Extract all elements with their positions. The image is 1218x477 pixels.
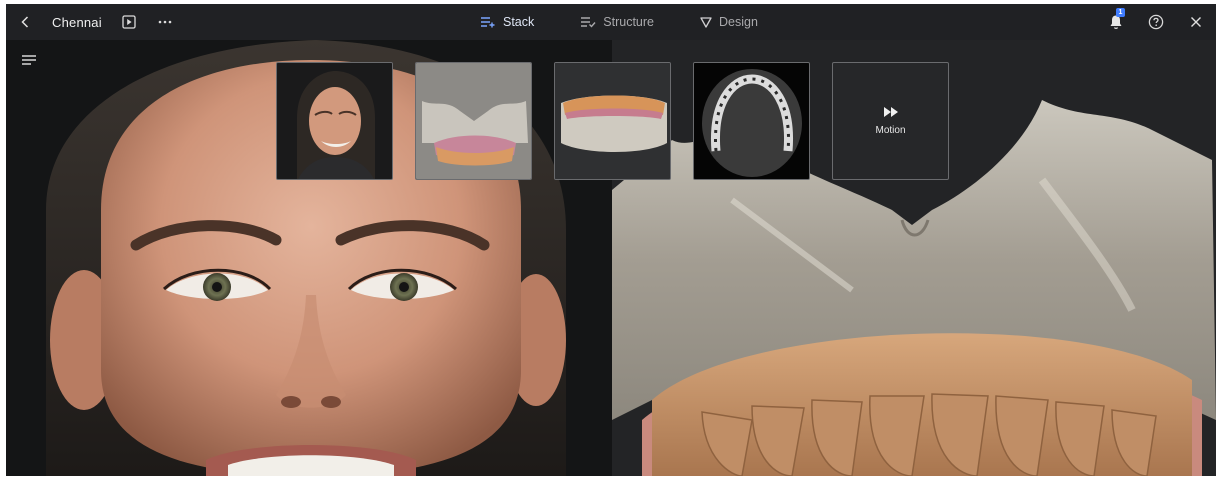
tab-design-label: Design [718, 15, 758, 29]
notification-badge: 1 [1116, 8, 1125, 17]
thumbnail-scan-side[interactable] [554, 62, 671, 180]
tab-structure[interactable]: Structure [580, 15, 654, 29]
thumbnail-scan-front[interactable] [415, 62, 532, 180]
play-button[interactable] [120, 13, 138, 31]
close-button[interactable] [1186, 12, 1206, 32]
workspace-viewport: Motion [6, 40, 1216, 476]
face-photo-thumbnail [277, 63, 392, 179]
layers-menu-button[interactable] [20, 52, 38, 68]
top-bar-right: 1 [1106, 4, 1206, 40]
fast-forward-icon [883, 106, 898, 117]
more-options-button[interactable] [156, 13, 174, 31]
thumbnail-face-photo[interactable] [276, 62, 393, 180]
ct-slice-thumbnail [694, 63, 809, 179]
help-button[interactable] [1146, 12, 1166, 32]
jaw-scan-side-thumbnail [555, 63, 670, 179]
thumbnail-ct-slice[interactable] [693, 62, 810, 180]
tab-structure-label: Structure [603, 15, 654, 29]
menu-lines-icon [22, 55, 36, 65]
tab-stack[interactable]: Stack [480, 15, 534, 29]
back-button[interactable] [16, 12, 34, 32]
play-box-icon [122, 15, 136, 29]
help-circle-icon [1148, 14, 1164, 30]
top-bar: Chennai Stack Structure Design 1 [6, 4, 1216, 40]
design-icon [700, 16, 712, 28]
structure-icon [581, 17, 596, 28]
top-bar-left: Chennai [16, 4, 174, 40]
motion-label: Motion [875, 124, 906, 136]
mode-tabs: Stack Structure Design [480, 4, 804, 40]
tab-design[interactable]: Design [700, 15, 758, 29]
notifications-button[interactable]: 1 [1106, 8, 1126, 32]
more-horizontal-icon [158, 20, 172, 24]
jaw-scan-front-thumbnail [416, 63, 531, 179]
chevron-left-icon [21, 16, 29, 28]
case-title: Chennai [52, 14, 102, 30]
thumbnail-motion[interactable]: Motion [832, 62, 949, 180]
stack-thumbnails: Motion [276, 62, 949, 180]
app-window: Chennai Stack Structure Design 1 Motion [6, 4, 1216, 476]
stack-icon [481, 17, 495, 28]
tab-stack-label: Stack [503, 15, 535, 29]
close-icon [1191, 17, 1201, 27]
